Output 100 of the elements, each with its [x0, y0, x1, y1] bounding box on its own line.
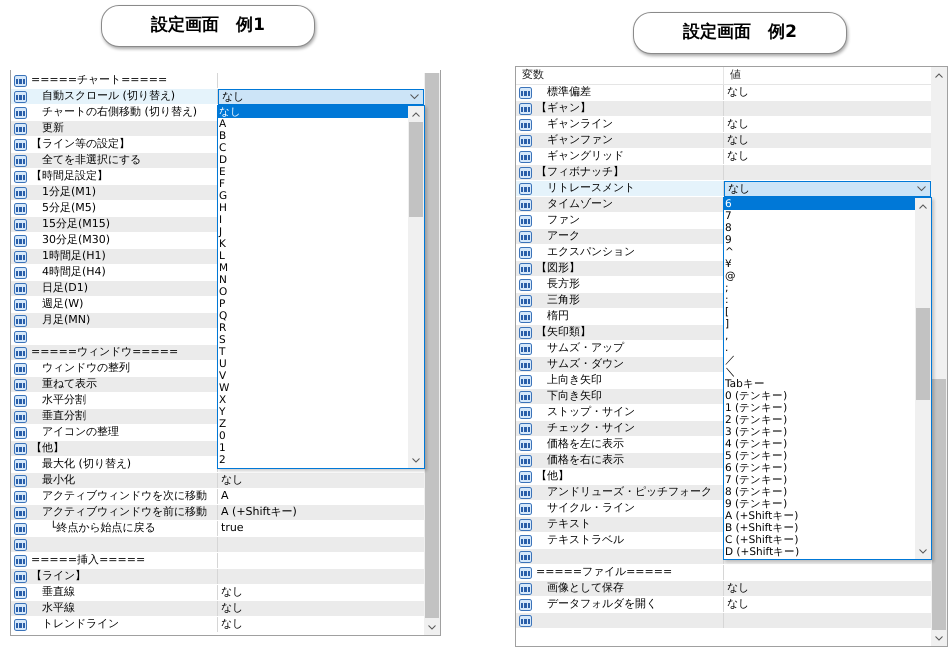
combo-box[interactable]: なし — [218, 89, 424, 105]
column-header[interactable]: 変数 — [516, 67, 724, 84]
setting-label: 5分足(M5) — [42, 200, 96, 216]
dropdown-option[interactable]: . — [724, 342, 915, 354]
value-icon — [14, 282, 28, 296]
value-icon — [14, 122, 28, 136]
setting-label: 週足(W) — [42, 296, 84, 312]
setting-label: アーク — [547, 228, 580, 244]
dropdown-option[interactable]: A (+Shiftキー) — [724, 510, 915, 522]
dropdown-option[interactable]: 8 (テンキー) — [724, 486, 915, 498]
dropdown-option[interactable]: 3 (テンキー) — [724, 426, 915, 438]
dropdown-option[interactable]: 2 (テンキー) — [724, 414, 915, 426]
dropdown-option[interactable]: 2 — [218, 454, 408, 466]
dropdown-option[interactable]: O — [218, 286, 408, 298]
dropdown-option[interactable]: I — [218, 214, 408, 226]
value-text: なし — [221, 584, 243, 600]
value-icon — [14, 378, 28, 392]
setting-label: タイムゾーン — [547, 196, 613, 212]
value-icon — [519, 326, 533, 340]
dropdown-option[interactable]: ^ — [724, 246, 915, 258]
value-icon — [14, 250, 28, 264]
setting-label: ウィンドウの整列 — [42, 360, 130, 376]
dropdown-option[interactable]: B (+Shiftキー) — [724, 522, 915, 534]
dropdown-option[interactable]: X — [218, 394, 408, 406]
dropdown-option[interactable]: C — [218, 142, 408, 154]
dropdown-option[interactable]: G — [218, 190, 408, 202]
section-label: =====挿入===== — [31, 552, 146, 568]
dropdown-option[interactable]: ] — [724, 318, 915, 330]
dropdown-option[interactable]: R — [218, 322, 408, 334]
dropdown-option[interactable]: 7 (テンキー) — [724, 474, 915, 486]
value-icon — [14, 570, 28, 584]
setting-label: 垂直線 — [42, 584, 75, 600]
dropdown-option[interactable]: 6 — [724, 198, 915, 210]
section-label: =====ウィンドウ===== — [31, 344, 178, 360]
dropdown-option[interactable]: D — [218, 154, 408, 166]
dropdown-option[interactable]: Z — [218, 418, 408, 430]
dropdown-option[interactable]: N — [218, 274, 408, 286]
dropdown-option[interactable]: 6 (テンキー) — [724, 462, 915, 474]
scroll-thumb[interactable] — [916, 308, 930, 400]
dropdown-option[interactable]: E — [218, 166, 408, 178]
dropdown-option[interactable]: 9 (テンキー) — [724, 498, 915, 510]
dropdown-option[interactable]: Y — [218, 406, 408, 418]
dropdown-option[interactable]: 1 — [218, 442, 408, 454]
scroll-thumb[interactable] — [425, 73, 439, 618]
dropdown-option[interactable]: , — [724, 330, 915, 342]
setting-label: アクティブウィンドウを前に移動 — [42, 504, 207, 520]
value-icon — [519, 550, 533, 564]
dropdown-option[interactable]: M — [218, 262, 408, 274]
scroll-thumb[interactable] — [409, 122, 423, 217]
column-header[interactable]: 値 — [724, 67, 931, 84]
dropdown-option[interactable]: @ — [724, 270, 915, 282]
combo-box[interactable]: なし — [724, 181, 931, 197]
dropdown-option[interactable]: B — [218, 130, 408, 142]
dropdown-option[interactable]: A — [218, 118, 408, 130]
dropdown-option[interactable]: [ — [724, 306, 915, 318]
dropdown-option[interactable]: ＼ — [724, 366, 915, 378]
dropdown-option[interactable]: S — [218, 334, 408, 346]
dropdown-option[interactable]: T — [218, 346, 408, 358]
dropdown-option[interactable]: 4 (テンキー) — [724, 438, 915, 450]
dropdown-option[interactable]: W — [218, 382, 408, 394]
chevron-up-icon — [412, 112, 420, 116]
dropdown-option[interactable]: P — [218, 298, 408, 310]
value-icon — [14, 186, 28, 200]
chevron-down-icon — [917, 186, 926, 192]
dropdown-option[interactable]: ¥ — [724, 258, 915, 270]
dropdown-option[interactable]: 7 — [724, 210, 915, 222]
dropdown-option[interactable]: H — [218, 202, 408, 214]
setting-label: サムズ・アップ — [547, 340, 624, 356]
value-text: なし — [727, 596, 749, 612]
dropdown-option[interactable]: K — [218, 238, 408, 250]
dropdown-option[interactable]: L — [218, 250, 408, 262]
setting-label: チェック・サイン — [547, 420, 635, 436]
dropdown-option[interactable]: 8 — [724, 222, 915, 234]
setting-label: 月足(MN) — [42, 312, 90, 328]
dropdown-option[interactable]: V — [218, 370, 408, 382]
dropdown-option[interactable]: U — [218, 358, 408, 370]
dropdown-option[interactable]: 1 (テンキー) — [724, 402, 915, 414]
setting-label: サイクル・ライン — [547, 500, 635, 516]
section-label: 【ライン】 — [31, 568, 86, 584]
value-icon — [14, 314, 28, 328]
dropdown-option[interactable]: Q — [218, 310, 408, 322]
dropdown-option[interactable]: 9 — [724, 234, 915, 246]
dropdown-option[interactable]: J — [218, 226, 408, 238]
dropdown-option[interactable]: D (+Shiftキー) — [724, 546, 915, 558]
dropdown-option[interactable]: 5 (テンキー) — [724, 450, 915, 462]
dropdown-option[interactable]: F — [218, 178, 408, 190]
section-label: 【フィボナッチ】 — [536, 164, 624, 180]
dropdown-option[interactable]: Tabキー — [724, 378, 915, 390]
dropdown-option[interactable]: ／ — [724, 354, 915, 366]
dropdown-option[interactable]: なし — [218, 106, 408, 118]
value-text: なし — [727, 116, 749, 132]
dropdown-option[interactable]: 0 (テンキー) — [724, 390, 915, 402]
scroll-thumb[interactable] — [932, 379, 946, 630]
dropdown-option[interactable]: ; — [724, 282, 915, 294]
dropdown-option[interactable]: C (+Shiftキー) — [724, 534, 915, 546]
dropdown-option[interactable]: : — [724, 294, 915, 306]
value-icon — [14, 330, 28, 344]
dropdown-option[interactable]: 0 — [218, 430, 408, 442]
value-icon — [519, 422, 533, 436]
chevron-up-icon — [935, 72, 943, 78]
